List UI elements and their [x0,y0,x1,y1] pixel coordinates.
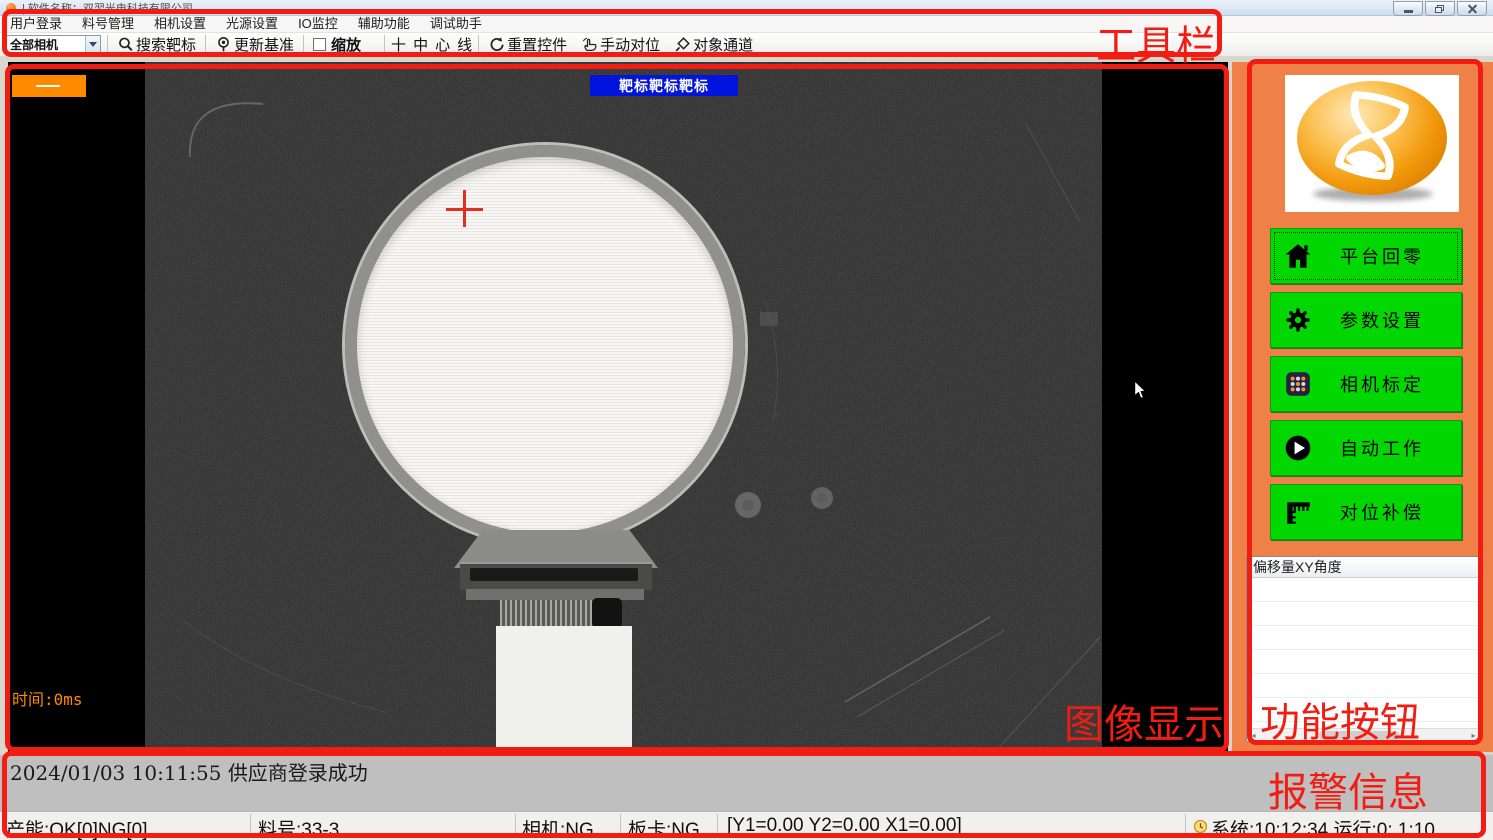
baseline-pin-icon [215,36,232,53]
diamond-icon [674,36,691,53]
zoom-toggle[interactable]: 缩放 [310,34,364,55]
marker-cross-button[interactable]: 十 [391,34,406,55]
marker-center-button[interactable]: 中 [413,34,428,55]
mouse-cursor-icon [1133,380,1147,400]
play-icon [1283,433,1313,463]
auto-work-label: 自动工作 [1313,435,1451,461]
update-baseline-button[interactable]: 更新基准 [212,34,297,55]
update-baseline-label: 更新基准 [234,34,294,55]
parameter-settings-label: 参数设置 [1313,307,1451,333]
menu-io-monitor[interactable]: IO监控 [288,16,348,32]
image-overlay-stats: 时间:0ms Samp:0.00,0.00,0.000 ORG:1307.00,… [12,652,243,752]
home-icon [1283,241,1313,271]
function-panel: 平台回零 参数设置 相机标定 自动工作 对位补偿 偏移量XY角度 ◂ ▸ [1232,62,1493,752]
tool-bar: 全部相机 搜索靶标 更新基准 缩放 十 中 心 线 重置控件 [0,32,1493,57]
gear-icon [1283,305,1313,335]
minimize-button[interactable] [1393,1,1423,16]
image-display-area[interactable]: 靶标靶标靶标 时间:0ms Samp:0.00,0.00,0.000 ORG:1… [8,62,1228,752]
camera-calibration-label: 相机标定 [1313,371,1451,397]
target-label: 靶标靶标靶标 [590,75,738,96]
offset-xy-angle-list[interactable]: 偏移量XY角度 ◂ ▸ [1246,556,1481,742]
reset-controls-button[interactable]: 重置控件 [485,34,570,55]
manual-align-label: 手动对位 [600,34,660,55]
camera-calibration-button[interactable]: 相机标定 [1270,356,1462,412]
calibration-grid-icon [1283,369,1313,399]
marker-buttons: 十 中 心 线 [391,34,472,55]
menu-debug-assistant[interactable]: 调试助手 [420,16,492,32]
status-part-no: 料号:33-3 [258,815,339,840]
fpc-dark-notch [592,598,622,628]
window-controls [1393,1,1487,16]
status-system-run: 系统:10:12:34 运行:0: 1:10 [1211,815,1435,840]
search-target-label: 搜索靶标 [136,34,196,55]
horizontal-scrollbar[interactable]: ◂ ▸ [1247,728,1480,741]
title-bar: | 软件名称：双翌光电科技有限公司 [0,0,1493,16]
chevron-down-icon[interactable] [85,36,100,54]
camera-select-value: 全部相机 [6,36,85,53]
scroll-left-icon[interactable]: ◂ [1248,731,1259,740]
close-button[interactable] [1457,1,1487,16]
zoom-label: 缩放 [331,34,361,55]
home-platform-label: 平台回零 [1313,243,1451,269]
menu-camera-settings[interactable]: 相机设置 [144,16,216,32]
home-platform-button[interactable]: 平台回零 [1270,228,1462,284]
clock-icon [1193,819,1208,834]
camera-select-dropdown[interactable]: 全部相机 [5,35,101,55]
offset-list-body[interactable] [1247,578,1480,728]
status-bar: 产能:OK[0]NG[0] 料号:33-3 相机:NG 板卡:NG [Y1=0.… [0,811,1493,840]
search-icon [117,36,134,53]
manual-align-button[interactable]: 手动对位 [578,34,663,55]
hourglass-image [1285,75,1459,212]
zoom-checkbox[interactable] [313,38,326,51]
menu-bar: 用户登录 料号管理 相机设置 光源设置 IO监控 辅助功能 调试助手 [0,16,1493,32]
status-camera: 相机:NG [522,815,594,840]
hourglass-icon [1297,81,1447,195]
minimize-icon [1404,10,1413,13]
menu-user-login[interactable]: 用户登录 [0,16,72,32]
marker-heart-button[interactable]: 心 [435,34,450,55]
offset-list-header[interactable]: 偏移量XY角度 [1247,557,1480,578]
search-target-button[interactable]: 搜索靶标 [114,34,199,55]
menu-light-settings[interactable]: 光源设置 [216,16,288,32]
alarm-message: 2024/01/03 10:11:55 供应商登录成功 [0,755,1493,786]
status-coords: [Y1=0.00 Y2=0.00 X1=0.00] [727,815,962,837]
menu-part-management[interactable]: 料号管理 [72,16,144,32]
alarm-info-area: 2024/01/03 10:11:55 供应商登录成功 [0,755,1493,811]
scroll-right-icon[interactable]: ▸ [1468,731,1479,740]
camera-tab-dash-icon [36,85,60,87]
status-yield: 产能:OK[0]NG[0] [6,815,147,840]
restore-button[interactable] [1425,1,1455,16]
auto-work-button[interactable]: 自动工作 [1270,420,1462,476]
hand-icon [581,36,598,53]
reset-controls-label: 重置控件 [507,34,567,55]
crosshair-icon [463,190,466,227]
parameter-settings-button[interactable]: 参数设置 [1270,292,1462,348]
camera-tab[interactable] [12,75,86,97]
lcd-connector-slot [470,568,638,581]
reset-rotate-icon [488,36,505,53]
app-logo-icon [6,3,16,13]
scrollbar-thumb[interactable] [1319,731,1399,740]
ruler-icon [1283,497,1313,527]
object-channel-button[interactable]: 对象通道 [671,34,756,55]
overlay-samp: Samp:0.00,0.00,0.000 [12,747,243,752]
alignment-compensation-label: 对位补偿 [1313,499,1451,525]
fpc-flex-cable [496,626,632,752]
window-title: | 软件名称：双翌光电科技有限公司 [22,0,193,16]
status-board: 板卡:NG [628,815,700,840]
marker-line-button[interactable]: 线 [457,34,472,55]
alignment-compensation-button[interactable]: 对位补偿 [1270,484,1462,540]
object-channel-label: 对象通道 [693,34,753,55]
overlay-time: 时间:0ms [12,690,243,709]
round-lcd-panel [345,145,745,545]
menu-aux-functions[interactable]: 辅助功能 [348,16,420,32]
